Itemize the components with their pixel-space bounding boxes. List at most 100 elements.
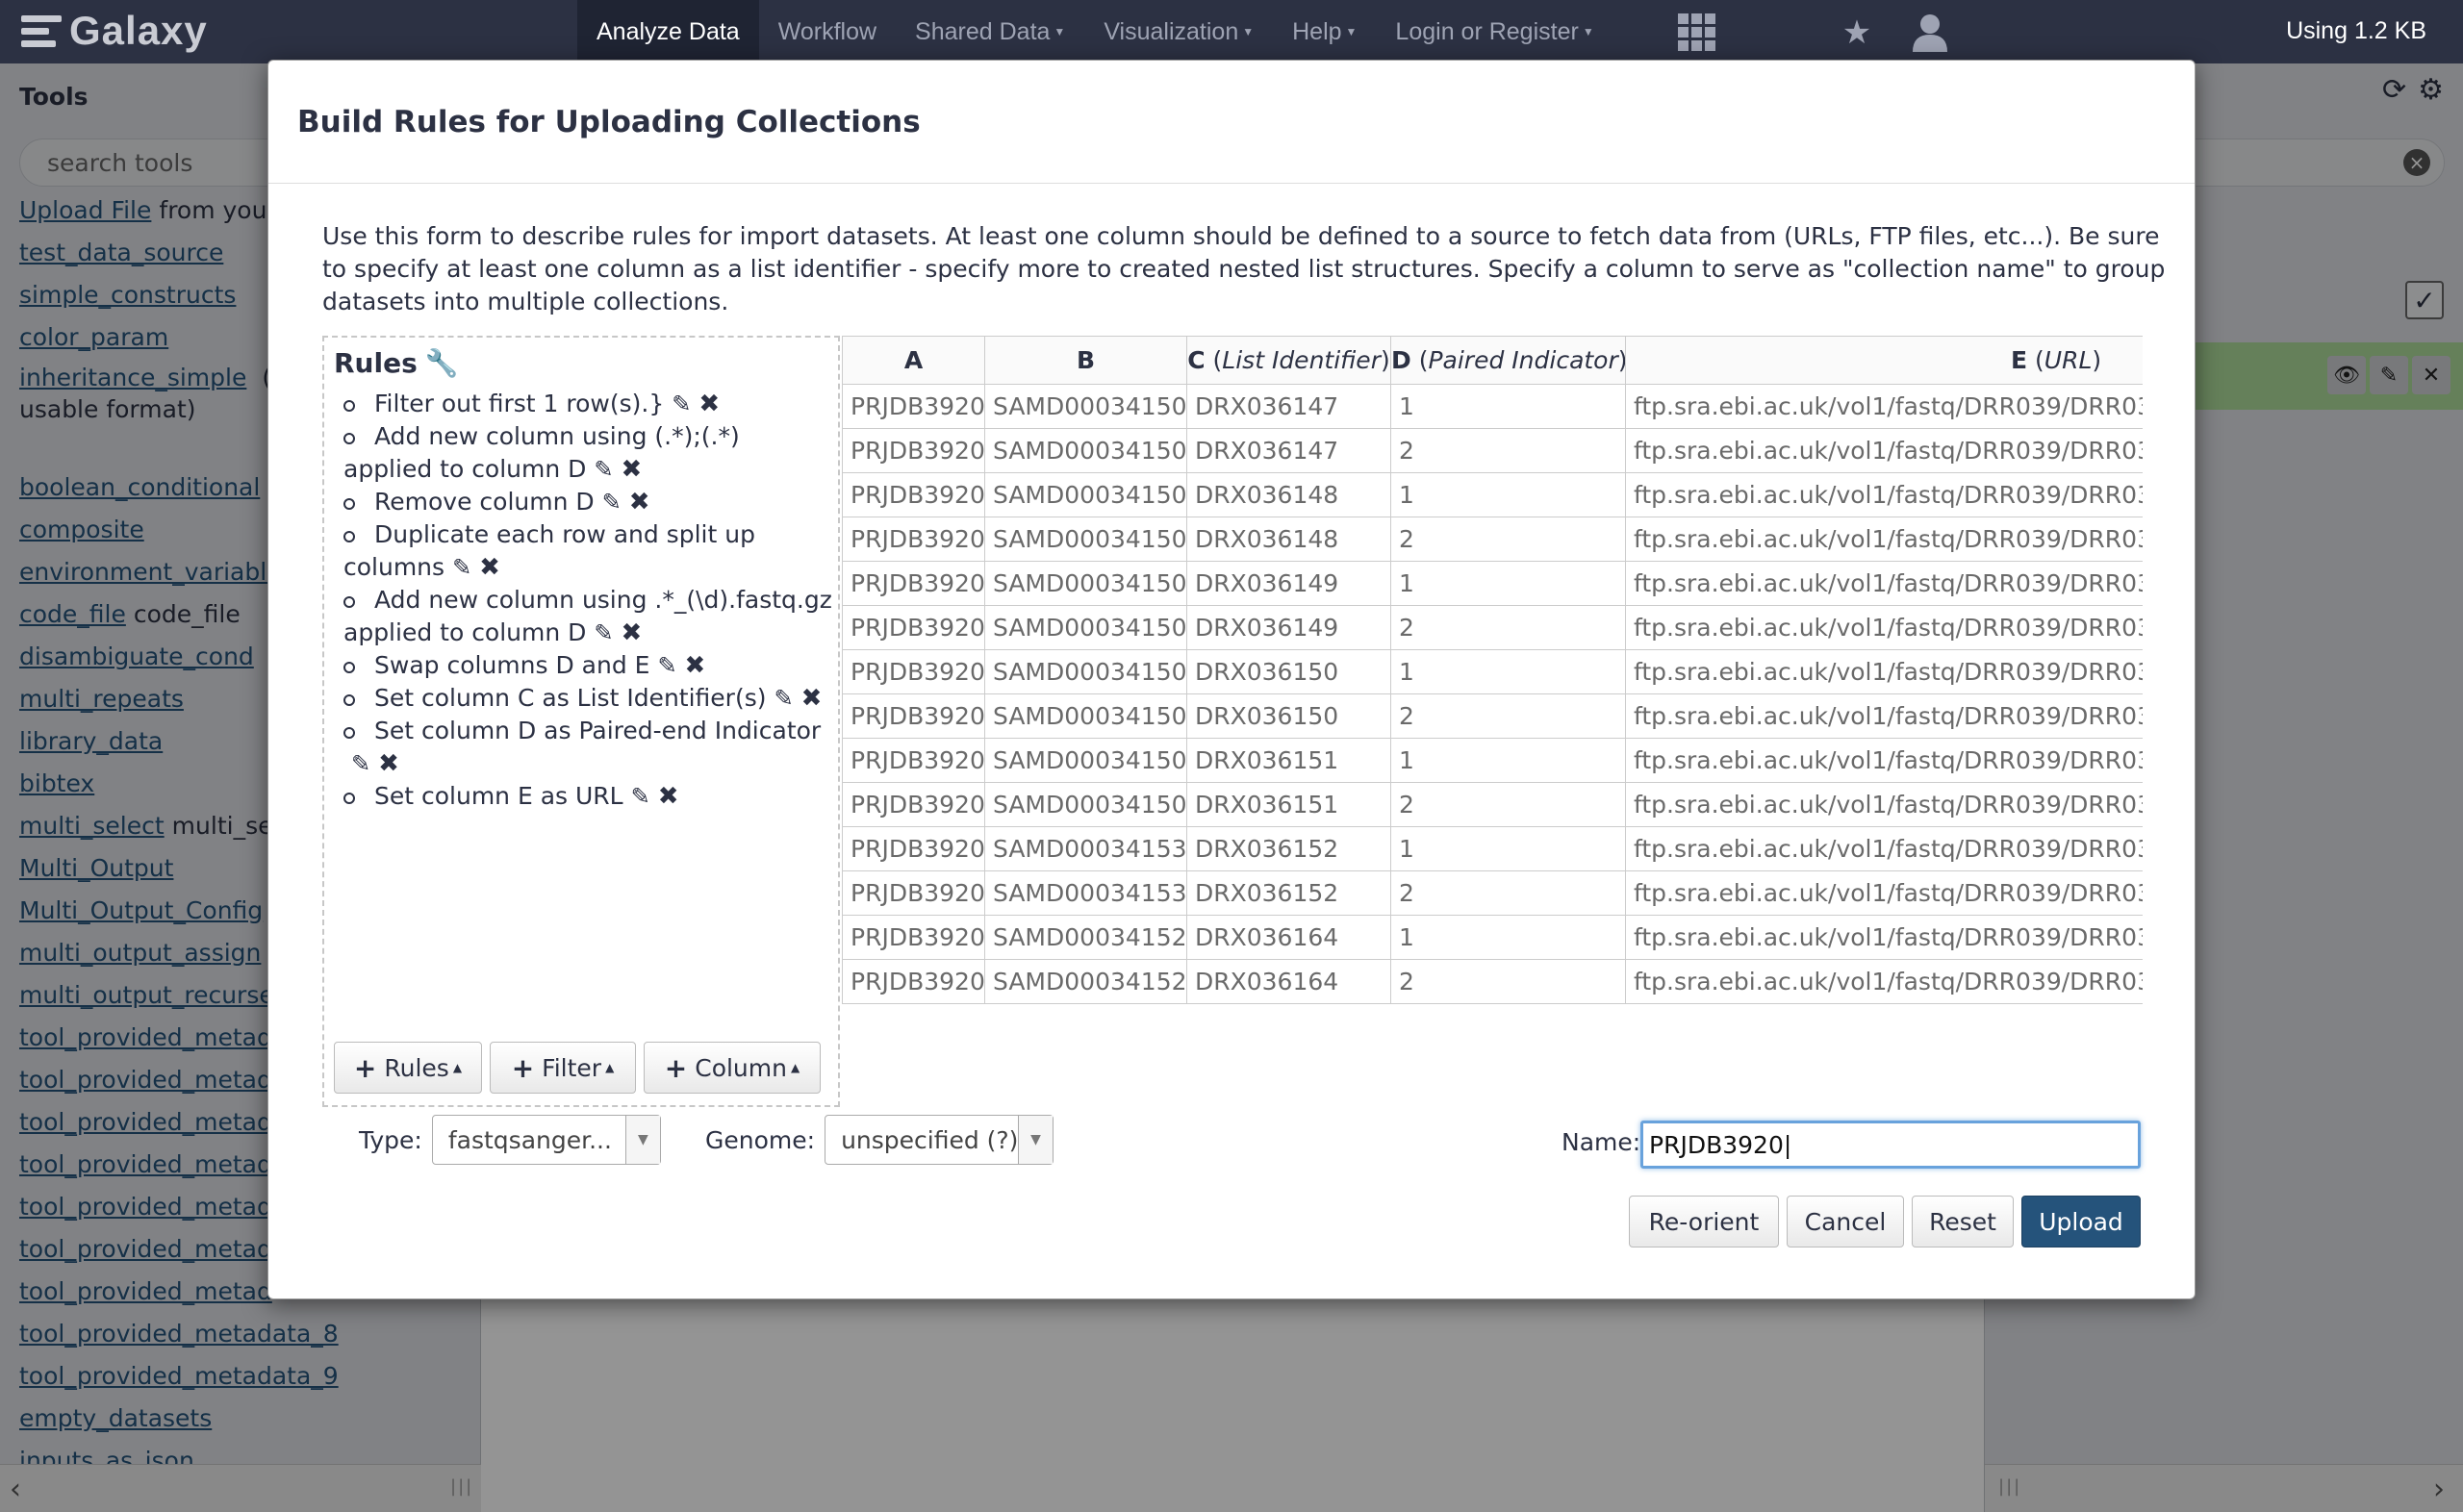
rule-add-buttons: + Rules ▲ + Filter ▲ + Column ▲ [334,1042,821,1094]
remove-icon[interactable]: ✖ [629,486,650,518]
reset-button[interactable]: Reset [1912,1196,2014,1247]
table-cell: DRX036151 [1186,738,1391,783]
genome-label: Genome: [705,1125,816,1154]
table-cell: SAMD00034153 [984,826,1187,871]
remove-icon[interactable]: ✖ [685,649,706,682]
table-cell: ftp.sra.ebi.ac.uk/vol1/fastq/DRR039/DRR0… [1625,826,2143,871]
modal-description: Use this form to describe rules for impo… [322,222,2166,315]
table-cell: SAMD00034150 [984,384,1187,429]
apps-grid-icon[interactable] [1676,12,1718,54]
table-cell: PRJDB3920 [842,693,985,739]
edit-icon[interactable]: ✎ [631,780,650,813]
rule-text: Remove column D [374,488,595,516]
remove-icon[interactable]: ✖ [479,551,500,584]
rule-text: Set column C as List Identifier(s) [374,684,767,712]
collection-name-input[interactable]: PRJDB3920 | [1640,1121,2141,1169]
table-cell: DRX036164 [1186,915,1391,960]
remove-icon[interactable]: ✖ [658,780,679,813]
table-row: PRJDB3920 SAMD00034150 DRX036151 1 ftp.sra.e… [842,738,2143,783]
add-rules-button[interactable]: + Rules ▲ [334,1042,482,1094]
caret-down-icon: ▼ [1345,25,1358,38]
table-cell: 1 [1390,472,1626,517]
column-header-b[interactable]: B [984,336,1187,385]
reorient-button[interactable]: Re-orient [1629,1196,1779,1247]
genome-select[interactable]: unspecified (?) ▼ [825,1115,1054,1165]
remove-icon[interactable]: ✖ [378,747,399,780]
remove-icon[interactable]: ✖ [622,617,643,649]
rule-item: Duplicate each row and split up columns ✎… [332,518,832,584]
table-row: PRJDB3920 SAMD00034153 DRX036152 2 ftp.sra.e… [842,870,2143,916]
remove-icon[interactable]: ✖ [622,453,643,486]
star-icon[interactable]: ★ [1836,12,1878,54]
rules-list: Filter out first 1 row(s).} ✎ ✖ Add new co… [332,388,832,813]
nav-visualization[interactable]: Visualization ▼ [1084,0,1273,63]
table-cell: SAMD00034150 [984,472,1187,517]
brand-text: Galaxy [69,8,208,53]
edit-icon[interactable]: ✎ [774,682,793,715]
edit-icon[interactable]: ✎ [452,551,471,584]
table-row: PRJDB3920 SAMD00034150 DRX036148 1 ftp.sra.e… [842,472,2143,517]
table-row: PRJDB3920 SAMD00034153 DRX036152 1 ftp.sra.e… [842,826,2143,871]
table-cell: 1 [1390,649,1626,694]
edit-icon[interactable]: ✎ [594,617,613,649]
table-cell: SAMD00034153 [984,870,1187,916]
table-cell: DRX036150 [1186,693,1391,739]
table-cell: PRJDB3920 [842,605,985,650]
column-header-e[interactable]: E (URL) [1625,336,2143,385]
caret-up-icon: ▲ [452,1061,463,1074]
add-column-button[interactable]: + Column ▲ [644,1042,821,1094]
masthead: Galaxy Analyze Data Workflow Shared Data… [0,0,2463,63]
remove-icon[interactable]: ✖ [698,388,720,420]
galaxy-logo-icon [21,12,62,50]
table-cell: 1 [1390,915,1626,960]
table-cell: PRJDB3920 [842,517,985,562]
table-cell: 2 [1390,870,1626,916]
caret-up-icon: ▲ [605,1061,615,1074]
rule-item: Set column D as Paired-end Indicator✎ ✖ [332,715,832,780]
nav-menu: Analyze Data Workflow Shared Data ▼ Visua… [577,0,1613,63]
table-cell: ftp.sra.ebi.ac.uk/vol1/fastq/DRR039/DRR0… [1625,782,2143,827]
column-letter: A [903,346,924,374]
remove-icon[interactable]: ✖ [801,682,823,715]
plus-icon: + [511,1051,535,1084]
table-cell: 2 [1390,693,1626,739]
upload-button[interactable]: Upload [2021,1196,2141,1247]
edit-icon[interactable]: ✎ [657,649,676,682]
nav-help[interactable]: Help ▼ [1273,0,1376,63]
nav-shared-data[interactable]: Shared Data ▼ [896,0,1084,63]
quota-meter[interactable]: Using 1.2 KB [2286,17,2426,45]
nav-workflow[interactable]: Workflow [759,0,896,63]
table-cell: DRX036147 [1186,384,1391,429]
column-letter: E [2011,346,2028,374]
table-cell: SAMD00034150 [984,517,1187,562]
column-header-d[interactable]: D (Paired Indicator) [1390,336,1626,385]
table-cell: PRJDB3920 [842,870,985,916]
column-header-a[interactable]: A [842,336,985,385]
nav-label: Shared Data [915,17,1051,45]
edit-icon[interactable]: ✎ [594,453,613,486]
table-cell: 1 [1390,738,1626,783]
edit-icon[interactable]: ✎ [672,388,691,420]
user-icon[interactable] [1909,12,1951,54]
table-cell: ftp.sra.ebi.ac.uk/vol1/fastq/DRR039/DRR0… [1625,517,2143,562]
genome-value: unspecified (?) [841,1125,1019,1154]
rule-item: Set column E as URL ✎ ✖ [332,780,832,813]
nav-login-register[interactable]: Login or Register ▼ [1376,0,1612,63]
edit-icon[interactable]: ✎ [602,486,622,518]
table-cell: DRX036149 [1186,605,1391,650]
add-filter-button[interactable]: + Filter ▲ [490,1042,636,1094]
column-role: Paired Indicator [1428,346,1618,374]
table-cell: 2 [1390,428,1626,473]
column-header-c[interactable]: C (List Identifier) [1186,336,1391,385]
cancel-button[interactable]: Cancel [1787,1196,1904,1247]
rule-text: Filter out first 1 row(s).} [374,390,665,417]
edit-icon[interactable]: ✎ [351,747,370,780]
wrench-icon[interactable]: 🔧 [425,347,459,379]
table-cell: PRJDB3920 [842,472,985,517]
rule-item: Filter out first 1 row(s).} ✎ ✖ [332,388,832,420]
type-select[interactable]: fastqsanger... ▼ [431,1115,661,1165]
brand[interactable]: Galaxy [21,8,208,54]
type-label: Type: [359,1125,422,1154]
table-row: PRJDB3920 SAMD00034150 DRX036149 1 ftp.sra.e… [842,561,2143,606]
nav-analyze-data[interactable]: Analyze Data [577,0,759,63]
